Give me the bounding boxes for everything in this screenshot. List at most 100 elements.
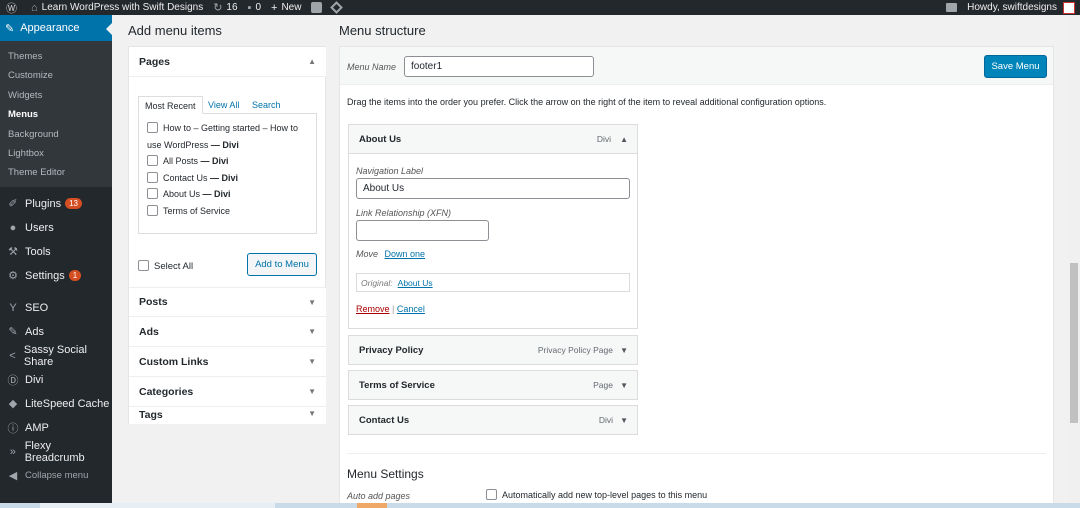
xfn-input[interactable] [356,220,489,241]
litespeed-icon[interactable] [327,0,346,15]
submenu-theme-editor[interactable]: Theme Editor [0,163,112,182]
tags-accordion-header[interactable]: Tags ▼ [129,407,326,424]
menu-appearance[interactable]: ✎ Appearance [0,15,112,41]
menu-users[interactable]: ● Users [0,216,112,240]
my-account-link[interactable]: Howdy, swiftdesigns [962,0,1080,15]
amp-icon: ⓘ [7,422,19,435]
move-down-link[interactable]: Down one [385,249,426,259]
wrench-icon: ⚒ [8,246,18,259]
main-content: Add menu items Menu structure Pages ▲ Mo… [112,15,1080,508]
menu-item-terms-of-service[interactable]: Terms of Service Page ▼ [348,370,638,400]
menu-ads[interactable]: ✎ Ads [0,320,112,344]
menu-item-privacy-policy[interactable]: Privacy Policy Privacy Policy Page ▼ [348,335,638,365]
collapse-arrow-icon[interactable]: ▲ [620,135,628,144]
collapse-menu-button[interactable]: ◀ Collapse menu [0,464,112,488]
expand-arrow-icon: ▼ [308,327,316,336]
screen-icon[interactable] [941,0,962,15]
custom-links-accordion-header[interactable]: Custom Links ▼ [129,347,326,377]
new-content-link[interactable]: + New [266,0,306,15]
pages-tabs: Most Recent View All Search How to – Get… [138,96,317,234]
collapse-arrow-icon: ▲ [308,57,316,66]
menu-litespeed-cache[interactable]: ◆ LiteSpeed Cache [0,392,112,416]
select-all-checkbox[interactable] [138,260,149,271]
xfn-caption: Link Relationship (XFN) [356,208,452,218]
auto-add-option[interactable]: Automatically add new top-level pages to… [486,489,707,500]
menu-flexy-breadcrumb[interactable]: » Flexy Breadcrumb [0,440,112,464]
submenu-widgets[interactable]: Widgets [0,86,112,105]
expand-arrow-icon: ▼ [308,357,316,366]
item-type: Page [593,380,613,390]
divider [347,453,1046,454]
settings-icon: ⚙ [8,270,18,283]
submenu-background[interactable]: Background [0,125,112,144]
add-to-menu-button[interactable]: Add to Menu [247,253,317,276]
menu-sassy-social-share[interactable]: < Sassy Social Share [0,344,112,368]
instructions-text: Drag the items into the order you prefer… [347,97,827,107]
submenu-lightbox[interactable]: Lightbox [0,144,112,163]
menu-seo[interactable]: Y SEO [0,296,112,320]
add-menu-items-heading: Add menu items [128,23,222,38]
menu-amp[interactable]: ⓘ AMP [0,416,112,440]
plus-icon: + [271,1,278,14]
tab-view-all[interactable]: View All [202,96,245,114]
tab-most-recent[interactable]: Most Recent [138,96,203,114]
appearance-submenu: Themes Customize Widgets Menus Backgroun… [0,41,112,187]
navigation-label-input[interactable]: About Us [356,178,630,199]
share-icon: < [9,349,16,362]
list-item: Contact Us — Divi [147,170,308,187]
auto-add-checkbox[interactable] [486,489,497,500]
pages-accordion-header[interactable]: Pages ▲ [129,47,326,77]
menu-name-input[interactable]: footer1 [404,56,594,77]
menu-name-label: Menu Name [347,62,397,72]
posts-accordion-header[interactable]: Posts ▼ [129,287,326,317]
yoast-icon[interactable] [306,0,327,15]
divi-icon: Ⓓ [7,374,19,387]
menu-settings-heading: Menu Settings [347,467,424,481]
page-checkbox[interactable] [147,122,158,133]
submenu-menus[interactable]: Menus [0,105,112,124]
expand-arrow-icon: ▼ [308,297,316,307]
expand-arrow-icon[interactable]: ▼ [620,346,628,355]
page-checkbox[interactable] [147,155,158,166]
submenu-themes[interactable]: Themes [0,47,112,66]
menu-item-contact-us[interactable]: Contact Us Divi ▼ [348,405,638,435]
scrollbar-thumb[interactable] [1070,263,1078,423]
cancel-link[interactable]: Cancel [397,304,425,314]
expand-arrow-icon: ▼ [308,387,316,396]
categories-accordion-header[interactable]: Categories ▼ [129,377,326,407]
admin-bar: Ⓦ ⌂ Learn WordPress with Swift Designs ↻ 1… [0,0,1080,15]
original-link[interactable]: About Us [398,278,433,288]
item-type: Divi [596,134,611,144]
wordpress-logo-icon[interactable]: Ⓦ [0,0,26,15]
item-type: Privacy Policy Page [537,345,613,355]
site-name-link[interactable]: ⌂ Learn WordPress with Swift Designs [26,0,208,15]
breadcrumb-icon: » [9,445,16,458]
avatar [1063,1,1075,14]
save-menu-button[interactable]: Save Menu [984,55,1047,78]
submenu-customize[interactable]: Customize [0,66,112,85]
tab-search[interactable]: Search [246,96,287,114]
pages-checklist: How to – Getting started – How to use Wo… [138,113,317,234]
menu-item-handle[interactable]: About Us Divi ▲ [349,125,637,154]
add-menu-items-panel: Pages ▲ Most Recent View All Search How … [128,46,326,424]
page-checkbox[interactable] [147,171,158,183]
page-checkbox[interactable] [147,204,158,216]
expand-arrow-icon[interactable]: ▼ [620,416,628,425]
expand-arrow-icon[interactable]: ▼ [620,381,628,390]
menu-structure-panel: Menu Name footer1 Save Menu Drag the ite… [339,46,1054,508]
pin-icon: ✎ [8,326,18,339]
menu-tools[interactable]: ⚒ Tools [0,240,112,264]
scrollbar[interactable] [1068,15,1080,503]
menu-item-about-us: About Us Divi ▲ Navigation Label About U… [348,124,638,329]
select-all[interactable]: Select All [138,260,193,272]
page-checkbox[interactable] [147,188,158,199]
comments-link[interactable]: ▪ 0 [243,0,266,15]
updates-link[interactable]: ↻ 16 [208,0,242,15]
expand-arrow-icon: ▼ [308,409,316,418]
ads-accordion-header[interactable]: Ads ▼ [129,317,326,347]
paintbrush-icon: ✎ [5,22,15,35]
menu-divi[interactable]: Ⓓ Divi [0,368,112,392]
remove-link[interactable]: Remove [356,304,390,314]
menu-settings[interactable]: ⚙ Settings 1 [0,264,112,288]
menu-plugins[interactable]: ✐ Plugins 13 [0,192,112,216]
